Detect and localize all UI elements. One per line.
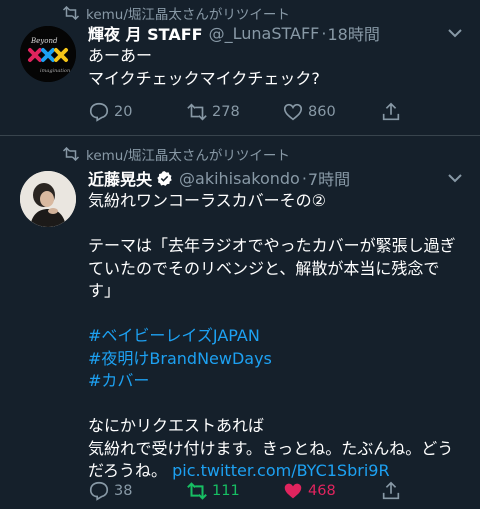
reply-icon xyxy=(89,102,109,122)
separator: · xyxy=(301,168,307,188)
svg-text:imagination: imagination xyxy=(40,68,70,74)
tweet-line: 気紛れで受け付けます。きっとね。たぶんね。どう xyxy=(88,438,454,458)
tweet-line: テーマは「去年ラジオでやったカバーが緊張し過ぎ xyxy=(88,236,456,255)
author-row: 近藤晃央 @akihisakondo · 7時間 xyxy=(88,166,350,190)
reply-button[interactable]: 20 xyxy=(88,100,132,124)
tweet-line: す」 xyxy=(88,281,121,300)
display-name[interactable]: 近藤晃央 xyxy=(88,166,152,190)
author-row: 輝夜 月 STAFF @_LunaSTAFF · 18時間 xyxy=(88,21,380,45)
separator: · xyxy=(321,23,327,43)
divider xyxy=(0,135,480,136)
like-count: 860 xyxy=(308,104,336,120)
display-name[interactable]: 輝夜 月 STAFF xyxy=(88,21,203,45)
retweet-icon xyxy=(62,147,80,161)
handle[interactable]: @akihisakondo xyxy=(179,169,300,188)
tweet-line: だろうね。 xyxy=(88,461,168,480)
tweet-text: 気紛れワンコーラスカバーその② テーマは「去年ラジオでやったカバーが緊張し過ぎ … xyxy=(88,190,460,483)
tweet-line: ていたのでそのリベンジと、解散が本当に残念で xyxy=(88,258,440,278)
like-count: 468 xyxy=(308,483,336,499)
avatar[interactable] xyxy=(20,171,76,227)
handle[interactable]: @_LunaSTAFF xyxy=(209,24,320,43)
pic-link[interactable]: pic.twitter.com/BYC1Sbri9R xyxy=(172,461,389,480)
like-button[interactable]: 468 xyxy=(282,479,336,503)
retweeted-by-label: kemu/堀江晶太さんがリツイート xyxy=(86,7,290,23)
action-bar: 20 278 860 xyxy=(88,100,460,124)
tweet-luna-staff[interactable]: kemu/堀江晶太さんがリツイート Beyond imagination 輝夜 … xyxy=(0,0,480,136)
heart-icon xyxy=(283,103,303,121)
retweet-icon xyxy=(187,103,207,121)
heart-icon xyxy=(284,483,302,499)
retweet-context[interactable]: kemu/堀江晶太さんがリツイート xyxy=(62,145,290,164)
reply-count: 20 xyxy=(114,104,133,120)
tweet-text: あーあー マイクチェックマイクチェック? xyxy=(88,45,460,90)
avatar[interactable]: Beyond imagination xyxy=(20,26,76,82)
retweeted-by-label: kemu/堀江晶太さんがリツイート xyxy=(86,148,290,164)
retweet-button[interactable]: 111 xyxy=(186,479,240,503)
tweet-line: 気紛れワンコーラスカバーその② xyxy=(88,191,327,210)
retweet-context[interactable]: kemu/堀江晶太さんがリツイート xyxy=(62,4,290,23)
avatar-logo-image: Beyond imagination xyxy=(20,26,76,82)
tweet-kondo[interactable]: kemu/堀江晶太さんがリツイート 近藤晃央 @akihisakondo · 7… xyxy=(0,137,480,509)
hashtag-link[interactable]: #夜明けBrandNewDays xyxy=(88,348,460,371)
chevron-down-icon[interactable] xyxy=(446,171,464,185)
timestamp[interactable]: 18時間 xyxy=(327,21,379,45)
timestamp[interactable]: 7時間 xyxy=(308,166,350,190)
tweet-line: なにかリクエストあれば xyxy=(88,416,265,435)
like-button[interactable]: 860 xyxy=(282,100,336,124)
retweet-icon xyxy=(62,6,80,20)
share-icon xyxy=(382,481,400,500)
share-icon xyxy=(382,102,400,121)
verified-badge-icon xyxy=(157,170,172,186)
retweet-count: 111 xyxy=(212,483,240,499)
retweet-button[interactable]: 278 xyxy=(186,100,240,124)
avatar-photo-image xyxy=(20,171,76,227)
svg-text:Beyond: Beyond xyxy=(30,37,58,45)
retweet-icon xyxy=(187,482,207,500)
reply-button[interactable]: 38 xyxy=(88,479,132,503)
action-bar: 38 111 468 xyxy=(88,479,460,503)
hashtag-link[interactable]: #カバー xyxy=(88,370,460,393)
retweet-count: 278 xyxy=(212,104,240,120)
tweet-line: あーあー xyxy=(88,46,153,65)
share-button[interactable] xyxy=(380,100,406,124)
share-button[interactable] xyxy=(380,479,406,503)
reply-icon xyxy=(89,481,109,501)
reply-count: 38 xyxy=(114,483,133,499)
tweet-line: マイクチェックマイクチェック? xyxy=(88,68,320,88)
hashtag-link[interactable]: #ベイビーレイズJAPAN xyxy=(88,325,460,348)
chevron-down-icon[interactable] xyxy=(446,26,464,40)
